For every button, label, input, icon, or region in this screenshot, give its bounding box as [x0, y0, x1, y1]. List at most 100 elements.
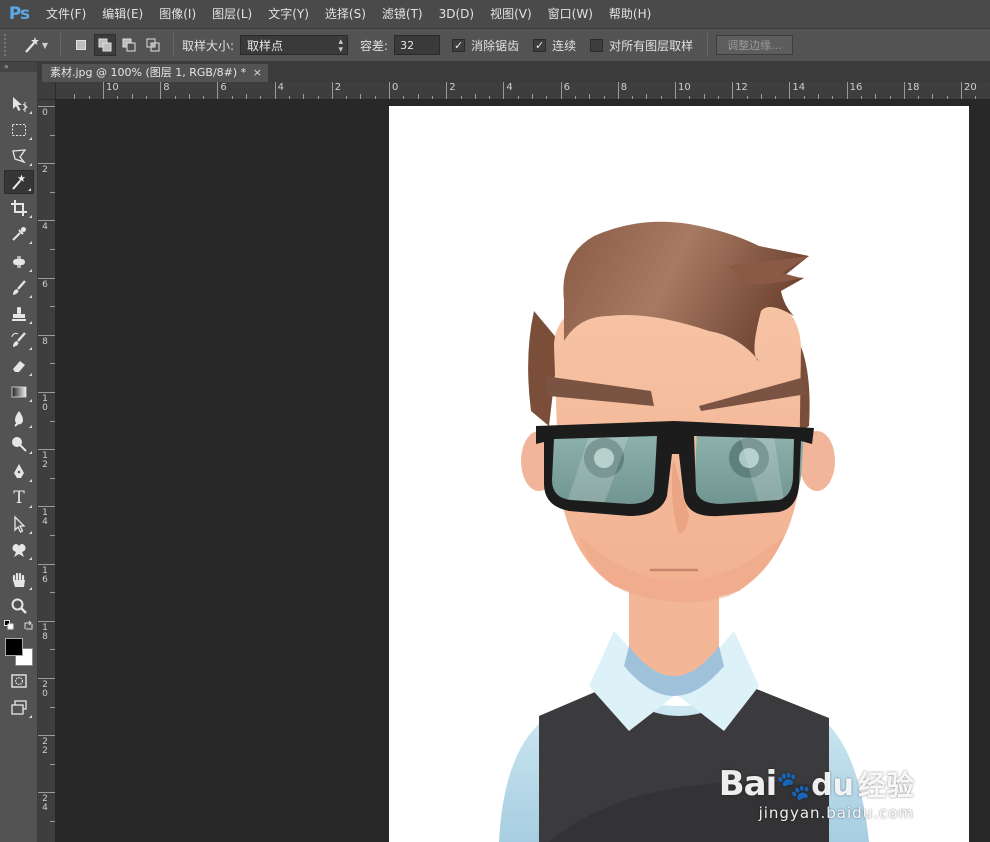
- ruler-label: 8: [42, 336, 48, 347]
- menu-help[interactable]: 帮助(H): [601, 0, 659, 28]
- ruler-tick: [38, 678, 55, 679]
- vertical-ruler[interactable]: 024681012141618202224: [38, 100, 56, 842]
- ruler-tick: [50, 363, 55, 365]
- horizontal-ruler[interactable]: 210864202468101214161820: [56, 82, 990, 100]
- ruler-tick: [918, 96, 920, 99]
- swap-colors-icon[interactable]: [23, 620, 34, 631]
- close-icon[interactable]: ×: [253, 64, 262, 82]
- type-tool[interactable]: T: [4, 486, 34, 510]
- screen-mode-button[interactable]: [4, 696, 34, 720]
- ruler-tick: [360, 94, 362, 99]
- options-bar-grip[interactable]: [4, 34, 12, 56]
- antialias-label: 消除锯齿: [471, 38, 520, 53]
- blur-tool[interactable]: [4, 406, 34, 430]
- ruler-tick: [50, 535, 55, 536]
- ruler-tick: [489, 96, 491, 99]
- sample-all-layers-option[interactable]: 对所有图层取样: [590, 37, 693, 54]
- tolerance-input[interactable]: 32: [394, 35, 441, 55]
- menu-file[interactable]: 文件(F): [38, 0, 94, 28]
- add-to-selection-button[interactable]: [94, 34, 116, 56]
- brush-tool[interactable]: [4, 276, 34, 300]
- ruler-origin[interactable]: [38, 82, 56, 100]
- sample-all-layers-checkbox[interactable]: [590, 38, 604, 52]
- tool-preset-picker[interactable]: ▼: [12, 33, 52, 57]
- ruler-tick: [875, 94, 877, 99]
- default-colors-icon[interactable]: [4, 620, 14, 630]
- intersect-selection-button[interactable]: [142, 34, 164, 56]
- ruler-label: 22: [42, 737, 48, 757]
- document-tab[interactable]: 素材.jpg @ 100% (图层 1, RGB/8#) * ×: [42, 64, 268, 82]
- sample-size-value: 取样点: [247, 38, 284, 53]
- brush-icon: [13, 280, 26, 295]
- ruler-label: 10: [42, 394, 48, 413]
- quick-mask-button[interactable]: [4, 669, 34, 693]
- ruler-tick: [374, 96, 376, 99]
- ruler-tick: [760, 94, 762, 99]
- panel-collapse-icon[interactable]: »: [0, 62, 37, 72]
- baidu-logo: Bai: [718, 764, 778, 804]
- ruler-label: 4: [277, 82, 284, 93]
- new-selection-button[interactable]: [70, 34, 92, 56]
- subtract-selection-button[interactable]: [118, 34, 140, 56]
- custom-shape-tool[interactable]: [4, 538, 34, 562]
- menu-3d[interactable]: 3D(D): [431, 0, 482, 28]
- marquee-tool[interactable]: [4, 118, 34, 142]
- ruler-label: 8: [163, 82, 170, 93]
- dodge-tool[interactable]: [4, 432, 34, 456]
- menu-type[interactable]: 文字(Y): [260, 0, 317, 28]
- divider: [707, 33, 709, 57]
- lasso-tool[interactable]: [4, 144, 34, 168]
- sample-size-label: 取样大小:: [182, 38, 235, 53]
- antialias-checkbox[interactable]: ✓: [452, 38, 466, 52]
- history-brush-icon: [11, 332, 26, 347]
- ruler-tick: [417, 94, 419, 99]
- antialias-option[interactable]: ✓ 消除锯齿: [452, 37, 519, 54]
- hand-tool[interactable]: [4, 568, 34, 592]
- menu-edit[interactable]: 编辑(E): [94, 0, 151, 28]
- crop-tool[interactable]: [4, 196, 34, 220]
- eyedropper-tool[interactable]: [4, 222, 34, 246]
- dodge-icon: [12, 437, 27, 452]
- menu-window[interactable]: 窗口(W): [540, 0, 601, 28]
- menu-filter[interactable]: 滤镜(T): [374, 0, 431, 28]
- gradient-tool[interactable]: [4, 380, 34, 404]
- ruler-tick: [703, 94, 705, 99]
- ruler-tick: [50, 592, 55, 594]
- refine-edge-button[interactable]: 调整边缘...: [716, 35, 793, 55]
- foreground-color-swatch[interactable]: [5, 638, 23, 656]
- document-canvas[interactable]: Bai🐾du 经验 jingyan.baidu.com: [389, 106, 969, 842]
- move-tool[interactable]: [4, 92, 34, 116]
- magic-wand-tool[interactable]: [4, 170, 34, 194]
- ruler-tick: [675, 82, 676, 99]
- ruler-tick: [431, 96, 433, 99]
- ruler-tick: [832, 96, 834, 99]
- zoom-tool[interactable]: [4, 594, 34, 618]
- menu-select[interactable]: 选择(S): [317, 0, 374, 28]
- canvas-workspace[interactable]: Bai🐾du 经验 jingyan.baidu.com: [57, 101, 990, 842]
- ruler-tick: [474, 94, 476, 99]
- pen-tool[interactable]: [4, 460, 34, 484]
- menu-view[interactable]: 视图(V): [482, 0, 540, 28]
- sample-size-select[interactable]: 取样点 ▴ ▾: [240, 35, 349, 55]
- chevron-down-icon: ▼: [41, 41, 48, 50]
- history-brush-tool[interactable]: [4, 328, 34, 352]
- ruler-label: 2: [449, 82, 456, 93]
- menu-layer[interactable]: 图层(L): [204, 0, 260, 28]
- divider: [173, 33, 174, 57]
- ruler-tick: [74, 94, 76, 99]
- healing-brush-tool[interactable]: [4, 250, 34, 274]
- blur-icon: [14, 411, 23, 427]
- contiguous-checkbox[interactable]: ✓: [533, 38, 547, 52]
- sample-all-layers-label: 对所有图层取样: [609, 38, 694, 53]
- ruler-tick: [789, 82, 791, 99]
- path-selection-tool[interactable]: [4, 512, 34, 536]
- clone-stamp-tool[interactable]: [4, 302, 34, 326]
- ruler-tick: [50, 191, 55, 193]
- ruler-tick: [217, 82, 219, 99]
- baidu-jingyan-watermark: Bai🐾du 经验 jingyan.baidu.com: [719, 764, 914, 822]
- eraser-tool[interactable]: [4, 354, 34, 378]
- tolerance-label: 容差:: [360, 38, 389, 53]
- pen-icon: [14, 464, 24, 478]
- menu-image[interactable]: 图像(I): [151, 0, 204, 28]
- contiguous-option[interactable]: ✓ 连续: [533, 37, 576, 54]
